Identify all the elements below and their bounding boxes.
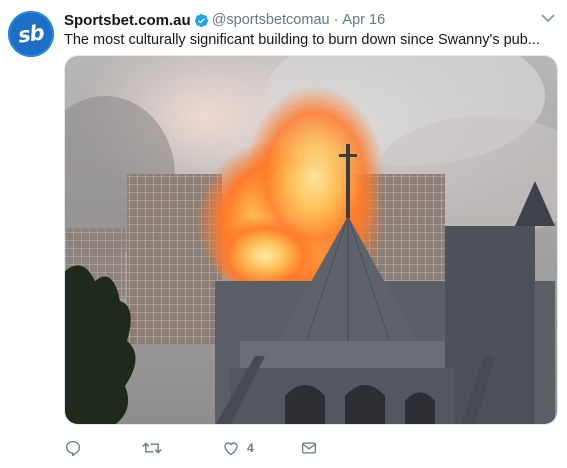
envelope-icon [301, 442, 317, 454]
reply-icon [65, 440, 81, 457]
display-name[interactable]: Sportsbet.com.au [64, 12, 191, 29]
reply-button[interactable] [64, 438, 82, 458]
user-handle[interactable]: @sportsbetcomau [212, 12, 330, 28]
like-button[interactable]: 4 [222, 438, 254, 458]
photo-image [65, 56, 557, 424]
tweet-header: Sportsbet.com.au @sportsbetcomau · Apr 1… [64, 10, 547, 30]
tweet-text: The most culturally significant building… [64, 32, 540, 48]
tweet-date[interactable]: Apr 16 [342, 12, 385, 28]
avatar-logo-text: sb [16, 20, 46, 48]
heart-icon [224, 442, 238, 456]
retweet-button[interactable] [142, 438, 162, 458]
tweet-card[interactable]: sb Sportsbet.com.au @sportsbetcomau · Ap… [0, 0, 567, 468]
tweet-photo[interactable] [64, 55, 558, 425]
message-button[interactable] [300, 438, 318, 458]
verified-badge-icon [194, 13, 208, 27]
like-count: 4 [247, 441, 254, 455]
separator-dot: · [333, 12, 339, 28]
avatar[interactable]: sb [8, 11, 54, 57]
tweet-actions: 4 [64, 438, 558, 458]
chevron-down-icon[interactable] [541, 13, 555, 23]
retweet-icon [142, 442, 162, 454]
